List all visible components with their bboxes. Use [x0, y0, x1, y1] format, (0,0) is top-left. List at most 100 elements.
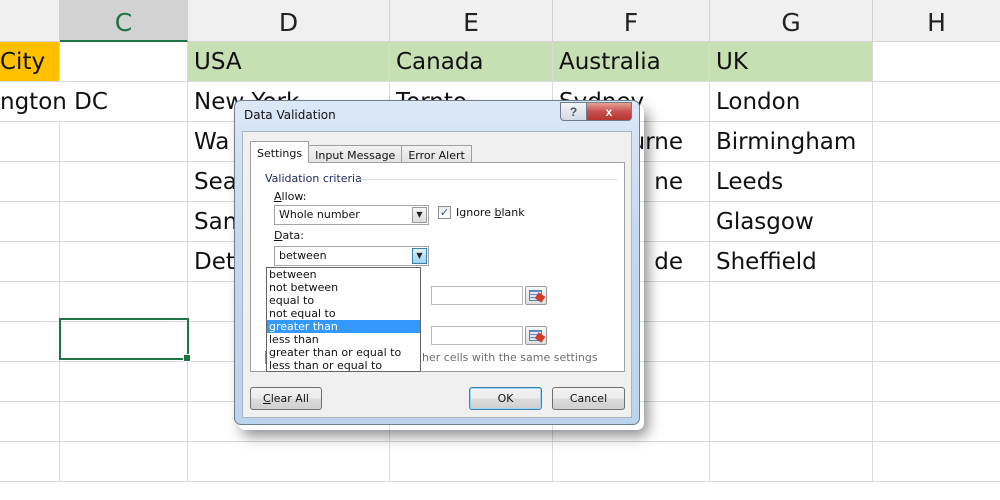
cell[interactable]	[0, 362, 60, 402]
column-header-d[interactable]: D	[188, 0, 390, 42]
dropdown-option-greater-than-or-equal-to[interactable]: greater than or equal to	[267, 346, 420, 359]
close-button[interactable]: x	[587, 102, 632, 121]
cell[interactable]	[0, 282, 60, 322]
tab-input-message[interactable]: Input Message	[308, 145, 403, 163]
cell-australia-header[interactable]: Australia	[553, 42, 710, 82]
cell[interactable]	[710, 322, 873, 362]
dialog-tabs: Settings Input Message Error Alert	[250, 141, 472, 163]
minimum-input[interactable]	[431, 286, 523, 305]
cell[interactable]	[873, 362, 1000, 402]
dropdown-option-less-than-or-equal-to[interactable]: less than or equal to	[267, 359, 420, 372]
cell[interactable]	[0, 402, 60, 442]
cell[interactable]	[60, 282, 188, 322]
cell[interactable]	[553, 442, 710, 482]
dropdown-option-equal-to[interactable]: equal to	[267, 294, 420, 307]
cell-g-row2[interactable]: Birmingham	[710, 122, 873, 162]
chevron-down-icon[interactable]: ▼	[412, 248, 427, 264]
allow-select-value: Whole number	[279, 208, 360, 221]
dropdown-option-less-than[interactable]: less than	[267, 333, 420, 346]
help-icon: ?	[569, 104, 578, 119]
tab-settings[interactable]: Settings	[250, 141, 310, 163]
cell[interactable]	[873, 402, 1000, 442]
apply-to-all-label: her cells with the same settings	[422, 351, 598, 364]
cell-g-row4[interactable]: Glasgow	[710, 202, 873, 242]
cell[interactable]	[0, 122, 60, 162]
dropdown-option-not-equal-to[interactable]: not equal to	[267, 307, 420, 320]
maximum-range-selector-button[interactable]	[525, 326, 547, 345]
cell[interactable]	[710, 442, 873, 482]
cell[interactable]	[60, 402, 188, 442]
active-cell-selection[interactable]	[59, 318, 191, 362]
data-validation-dialog: Data Validation ? x Settings Input Messa…	[234, 100, 640, 425]
cell[interactable]	[60, 162, 188, 202]
data-dropdown-list: between not between equal to not equal t…	[266, 267, 421, 372]
close-icon: x	[605, 104, 613, 119]
cell-g-row3[interactable]: Leeds	[710, 162, 873, 202]
dialog-title: Data Validation	[244, 108, 336, 122]
cell[interactable]	[873, 162, 1000, 202]
data-label: Data:	[274, 229, 304, 242]
column-header-e[interactable]: E	[390, 0, 553, 42]
cell[interactable]	[60, 42, 188, 82]
validation-criteria-label: Validation criteria	[265, 172, 362, 185]
cell-canada-header[interactable]: Canada	[390, 42, 553, 82]
group-divider	[359, 179, 617, 180]
column-header-c[interactable]: C	[60, 0, 188, 42]
cell[interactable]	[0, 242, 60, 282]
cell[interactable]	[60, 202, 188, 242]
cell[interactable]	[60, 362, 188, 402]
cell[interactable]	[0, 162, 60, 202]
ignore-blank-label: Ignore blank	[456, 206, 525, 219]
tab-error-alert[interactable]: Error Alert	[401, 145, 472, 163]
cell-usa-capital[interactable]: ngton DC	[0, 82, 188, 122]
ok-button[interactable]: OK	[469, 387, 542, 410]
allow-label: Allow:	[274, 190, 307, 203]
cell[interactable]	[873, 282, 1000, 322]
column-header-b[interactable]	[0, 0, 60, 42]
cell[interactable]	[60, 442, 188, 482]
cell[interactable]	[710, 402, 873, 442]
cell[interactable]	[390, 442, 553, 482]
checkbox-checked-icon[interactable]: ✓	[438, 206, 451, 219]
cell[interactable]	[710, 362, 873, 402]
title-bar-buttons: ? x	[560, 102, 632, 121]
cell[interactable]	[0, 442, 60, 482]
cell[interactable]	[188, 442, 390, 482]
dropdown-option-between[interactable]: between	[267, 268, 420, 281]
cell-city-header[interactable]: City	[0, 42, 60, 82]
data-select-value: between	[279, 249, 327, 262]
cell-g-row5[interactable]: Sheffield	[710, 242, 873, 282]
cell[interactable]	[873, 202, 1000, 242]
cell[interactable]	[710, 282, 873, 322]
cell[interactable]	[873, 122, 1000, 162]
cell-usa-header[interactable]: USA	[188, 42, 390, 82]
column-header-f[interactable]: F	[553, 0, 710, 42]
cell[interactable]	[60, 242, 188, 282]
help-button[interactable]: ?	[560, 102, 587, 121]
cell[interactable]	[873, 242, 1000, 282]
clear-all-button[interactable]: Clear All	[250, 387, 322, 410]
cell-g-row1[interactable]: London	[710, 82, 873, 122]
maximum-input[interactable]	[431, 326, 523, 345]
dropdown-option-not-between[interactable]: not between	[267, 281, 420, 294]
dropdown-option-greater-than[interactable]: greater than	[267, 320, 420, 333]
chevron-down-icon[interactable]: ▼	[412, 207, 427, 223]
ignore-blank-checkbox[interactable]: ✓ Ignore blank	[438, 206, 525, 219]
cell[interactable]	[60, 122, 188, 162]
allow-select[interactable]: Whole number ▼	[274, 205, 429, 225]
column-header-g[interactable]: G	[710, 0, 873, 42]
data-select[interactable]: between ▼	[274, 246, 429, 266]
cell[interactable]	[873, 322, 1000, 362]
cell[interactable]	[873, 82, 1000, 122]
cell[interactable]	[873, 42, 1000, 82]
range-arrow-icon	[534, 292, 546, 303]
column-header-h[interactable]: H	[873, 0, 1000, 42]
cancel-button[interactable]: Cancel	[552, 387, 625, 410]
cell[interactable]	[0, 202, 60, 242]
column-header-row: C D E F G H	[0, 0, 1000, 42]
range-arrow-icon	[534, 332, 546, 343]
cell-uk-header[interactable]: UK	[710, 42, 873, 82]
cell[interactable]	[0, 322, 60, 362]
cell[interactable]	[873, 442, 1000, 482]
minimum-range-selector-button[interactable]	[525, 286, 547, 305]
